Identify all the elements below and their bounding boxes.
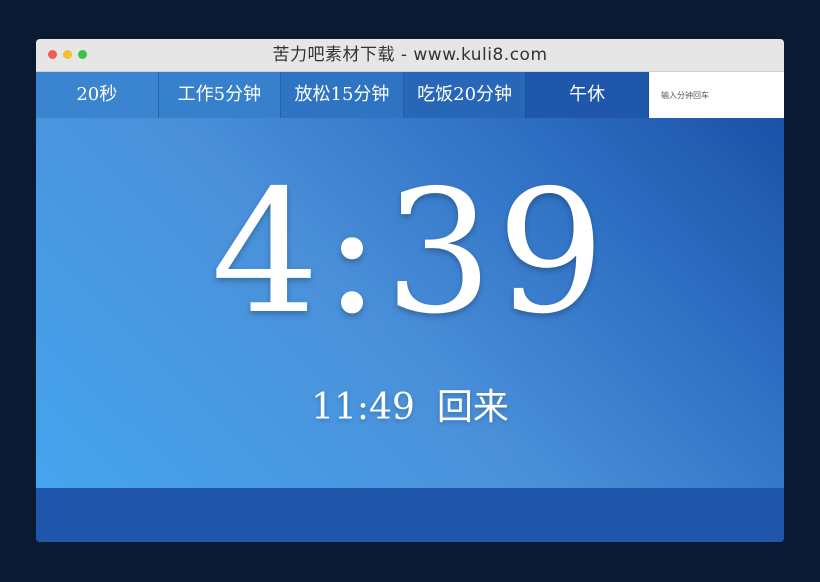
- tab-meal-20-minutes[interactable]: 吃饭20分钟: [403, 72, 527, 118]
- return-label: 回来: [436, 387, 509, 428]
- window-title: 苦力吧素材下载 - www.kuli8.com: [272, 45, 548, 65]
- footer-bar: [36, 488, 784, 542]
- return-time: 11:49: [311, 387, 415, 428]
- timer-panel: 4:39 11:49 回来: [36, 118, 784, 488]
- title-bar: 苦力吧素材下载 - www.kuli8.com: [36, 39, 784, 72]
- minutes-input[interactable]: [658, 89, 774, 101]
- return-time-line: 11:49 回来: [36, 383, 784, 433]
- preset-tabs: 20秒 工作5分钟 放松15分钟 吃饭20分钟 午休: [36, 72, 784, 118]
- countdown-display: 4:39: [211, 154, 609, 352]
- tab-relax-15-minutes[interactable]: 放松15分钟: [281, 72, 404, 118]
- tab-nap[interactable]: 午休: [526, 72, 649, 118]
- tab-work-5-minutes[interactable]: 工作5分钟: [158, 72, 282, 118]
- browser-window: 苦力吧素材下载 - www.kuli8.com 20秒 工作5分钟 放松15分钟…: [36, 39, 784, 542]
- tab-20-seconds[interactable]: 20秒: [36, 72, 159, 118]
- minutes-input-wrapper: [648, 72, 784, 118]
